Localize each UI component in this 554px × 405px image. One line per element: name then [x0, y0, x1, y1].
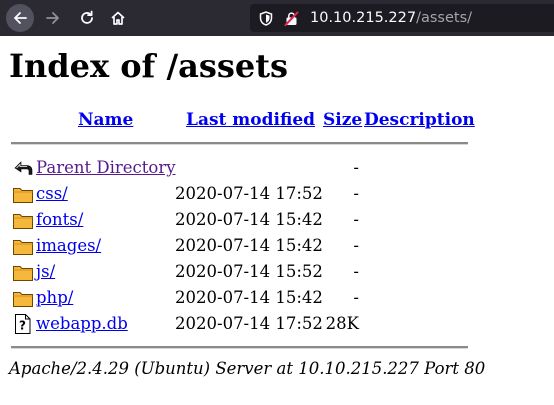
folder-icon — [13, 292, 33, 307]
row-modified: 2020-07-14 15:42 — [175, 210, 323, 229]
shield-icon[interactable] — [259, 11, 273, 26]
row-size: - — [353, 288, 359, 307]
list-item-images: images/ 2020-07-14 15:42 - — [0, 233, 554, 259]
row-modified: 2020-07-14 15:42 — [175, 288, 323, 307]
row-modified: 2020-07-14 17:52 — [175, 184, 323, 203]
server-signature: Apache/2.4.29 (Ubuntu) Server at 10.10.2… — [9, 359, 486, 378]
reload-icon — [81, 10, 93, 24]
url-host: 10.10.215.227 — [310, 10, 417, 26]
back-button[interactable] — [6, 4, 34, 32]
folder-icon — [13, 240, 33, 255]
address-bar[interactable]: 10.10.215.227/assets/ — [250, 4, 554, 32]
reload-button[interactable] — [73, 4, 101, 32]
list-item-js: js/ 2020-07-14 15:52 - — [0, 259, 554, 285]
row-link[interactable]: images/ — [36, 236, 101, 256]
row-size: - — [353, 236, 359, 255]
footer-divider — [11, 346, 468, 349]
row-link[interactable]: js/ — [36, 262, 55, 282]
row-link[interactable]: fonts/ — [36, 210, 83, 230]
folder-icon — [13, 214, 33, 229]
sort-by-name-link[interactable]: Name — [78, 110, 133, 130]
row-size: - — [353, 158, 359, 177]
unknown-file-icon: ? — [15, 314, 31, 334]
back-icon — [14, 161, 33, 175]
folder-icon — [13, 188, 33, 203]
row-size: 28K — [325, 314, 359, 333]
arrow-right-icon — [46, 12, 59, 24]
svg-text:?: ? — [19, 319, 26, 333]
row-size: - — [353, 184, 359, 203]
browser-toolbar: 10.10.215.227/assets/ — [0, 0, 554, 36]
insecure-lock-icon[interactable] — [284, 11, 299, 26]
sort-by-size-link[interactable]: Size — [323, 110, 362, 130]
arrow-left-icon — [14, 12, 27, 24]
row-size: - — [353, 262, 359, 281]
header-divider — [11, 142, 468, 145]
home-button[interactable] — [104, 4, 132, 32]
row-link[interactable]: php/ — [36, 288, 73, 308]
row-modified: 2020-07-14 17:52 — [175, 314, 323, 333]
row-link[interactable]: Parent Directory — [36, 158, 176, 178]
url-path: /assets/ — [416, 10, 473, 26]
folder-icon — [13, 266, 33, 281]
url-text[interactable]: 10.10.215.227/assets/ — [310, 10, 472, 26]
row-modified: 2020-07-14 15:42 — [175, 236, 323, 255]
sort-by-description-link[interactable]: Description — [364, 110, 475, 130]
list-item-css: css/ 2020-07-14 17:52 - — [0, 181, 554, 207]
forward-button[interactable] — [39, 4, 67, 32]
row-link[interactable]: css/ — [36, 184, 68, 204]
list-item-parent-directory: Parent Directory - — [0, 155, 554, 181]
list-item-php: php/ 2020-07-14 15:42 - — [0, 285, 554, 311]
row-link[interactable]: webapp.db — [36, 314, 128, 334]
list-item-webapp-db: ? webapp.db 2020-07-14 17:52 28K — [0, 311, 554, 337]
sort-by-last-modified-link[interactable]: Last modified — [186, 110, 315, 130]
row-modified: 2020-07-14 15:52 — [175, 262, 323, 281]
row-size: - — [353, 210, 359, 229]
page-title: Index of /assets — [9, 47, 289, 85]
list-item-fonts: fonts/ 2020-07-14 15:42 - — [0, 207, 554, 233]
home-icon — [111, 11, 125, 25]
